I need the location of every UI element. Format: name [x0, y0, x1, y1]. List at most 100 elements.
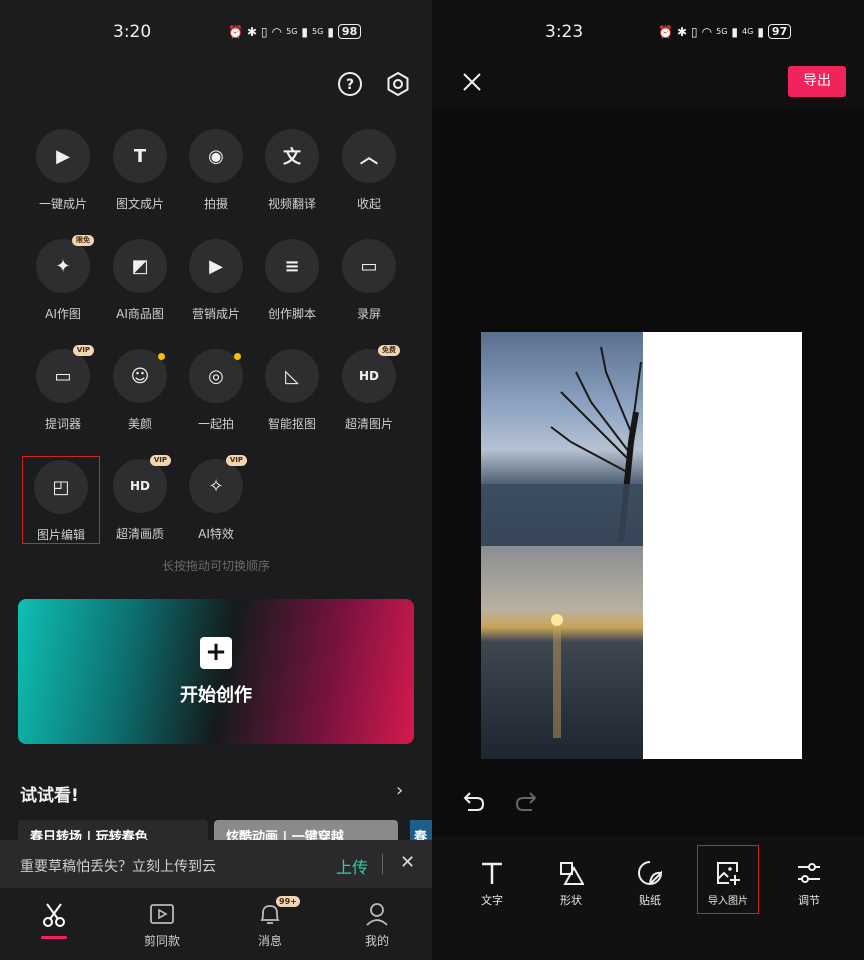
- tool-shapes[interactable]: 形状: [538, 856, 604, 908]
- tool-hd[interactable]: HD VIP 超清画质: [102, 455, 178, 542]
- gear-icon: [387, 71, 409, 97]
- alarm-icon: ⏰: [658, 24, 673, 39]
- tool-image-ai[interactable]: ◩ AI商品图: [102, 239, 178, 322]
- vibrate-icon: ▯: [691, 24, 698, 39]
- tool-duet[interactable]: ◎ 一起拍: [178, 349, 254, 432]
- tool-text[interactable]: 文字: [459, 856, 525, 908]
- tool-sticker-label: 贴纸: [639, 894, 661, 907]
- tool-button-circle[interactable]: ◩: [113, 239, 167, 293]
- upload-banner: 重要草稿怕丢失？立刻上传到云 上传 ✕: [0, 840, 432, 888]
- nav-profile[interactable]: 我的: [337, 902, 417, 949]
- wifi-icon: ◠: [271, 24, 283, 39]
- tool-button-circle[interactable]: ☺: [113, 349, 167, 403]
- tool-badge: VIP: [72, 345, 94, 356]
- close-icon: [463, 73, 481, 91]
- image-editor-screen: 3:23 ⏰ ✱ ▯ ◠ 5G ▮ 4G ▮ 97 导出 文字 形状 贴纸 导入…: [432, 0, 864, 960]
- undo-button[interactable]: [462, 790, 486, 812]
- message-count-badge: 99+: [276, 896, 300, 907]
- settings-button[interactable]: [385, 71, 411, 97]
- tool-import-image[interactable]: 导入图片: [697, 845, 759, 914]
- adjust-icon: [798, 863, 820, 883]
- tool-magic-wand[interactable]: ✧ VIP AI特效: [178, 455, 254, 542]
- tool-image-sparkle[interactable]: ✦ 限免 AI作图: [25, 235, 101, 322]
- tool-teleprompter[interactable]: ▭ VIP 提词器: [25, 345, 101, 432]
- signal-label-2: 4G: [742, 27, 754, 36]
- tool-label: 录屏: [356, 307, 381, 321]
- tool-button-circle[interactable]: ▭ VIP: [36, 345, 94, 403]
- wifi-icon: ◠: [701, 24, 713, 39]
- tool-translate[interactable]: 文视频翻译: [254, 129, 330, 212]
- tool-cutout[interactable]: ◺ 智能抠图: [254, 349, 330, 432]
- status-icons: ⏰ ✱ ▯ ◠ 5G ▮ 4G ▮ 97: [658, 24, 792, 39]
- tool-chevron-up[interactable]: ︿ 收起: [331, 129, 407, 212]
- shapes-icon: [560, 862, 584, 885]
- tool-button-circle[interactable]: T: [113, 129, 167, 183]
- tool-button-circle[interactable]: ✧ VIP: [189, 455, 247, 513]
- photo-sunset-lake[interactable]: [481, 546, 643, 759]
- tool-label: 拍摄: [203, 197, 228, 211]
- tool-button-circle[interactable]: ︿: [342, 129, 396, 183]
- start-creation-button[interactable]: + 开始创作: [18, 599, 414, 744]
- battery-indicator: 97: [767, 24, 792, 39]
- tool-hd-image[interactable]: HD 免费 超清图片: [331, 345, 407, 432]
- tool-button-circle[interactable]: HD VIP: [113, 455, 171, 513]
- tool-image-edit[interactable]: ◰ 图片编辑: [22, 456, 100, 544]
- close-editor-button[interactable]: [462, 72, 482, 92]
- user-icon: [366, 903, 388, 926]
- tool-label: 视频翻译: [267, 197, 316, 211]
- tool-label: 创作脚本: [267, 307, 316, 321]
- scissors-icon: [43, 903, 65, 927]
- tool-button-circle[interactable]: ▭: [342, 239, 396, 293]
- chevron-up-icon: ︿: [360, 147, 378, 168]
- tool-sticker[interactable]: 贴纸: [617, 856, 683, 908]
- tool-button-circle[interactable]: ◺: [265, 349, 319, 403]
- signal-label-2: 5G: [312, 27, 324, 36]
- close-icon[interactable]: ✕: [400, 852, 415, 873]
- import-image-icon: [717, 862, 740, 885]
- edit-canvas[interactable]: [481, 332, 802, 759]
- signal-icon-2: ▮: [327, 24, 334, 39]
- tool-play-lightning[interactable]: ▶ 一键成片: [25, 129, 101, 212]
- nav-templates[interactable]: 剪同款: [122, 902, 202, 949]
- tool-adjust[interactable]: 调节: [776, 856, 842, 908]
- beauty-icon: ☺: [130, 365, 150, 387]
- alarm-icon: ⏰: [228, 24, 243, 39]
- tool-camera[interactable]: ◉ 拍摄: [178, 129, 254, 212]
- bottom-nav: 剪同款 99+ 消息 我的: [0, 888, 432, 960]
- tool-shapes-label: 形状: [560, 894, 582, 907]
- tool-button-circle[interactable]: ≡: [265, 239, 319, 293]
- tool-button-circle[interactable]: ◎: [189, 349, 243, 403]
- tool-label: 营销成片: [191, 307, 240, 321]
- upload-button[interactable]: 上传: [336, 854, 368, 878]
- tool-button-circle[interactable]: ◉: [189, 129, 243, 183]
- tool-text-ai[interactable]: T 图文成片: [102, 129, 178, 212]
- redo-button[interactable]: [514, 790, 538, 812]
- nav-messages[interactable]: 99+ 消息: [230, 896, 310, 949]
- question-circle-icon: ?: [338, 72, 362, 96]
- script-icon: ≡: [284, 255, 300, 277]
- tool-marketing[interactable]: ▶ 营销成片: [178, 239, 254, 322]
- tool-label: 收起: [356, 197, 381, 211]
- tool-button-circle[interactable]: ✦ 限免: [36, 235, 94, 293]
- tool-button-circle[interactable]: ◰: [34, 460, 88, 514]
- tool-beauty[interactable]: ☺ 美颜: [102, 349, 178, 432]
- translate-icon: 文: [283, 147, 301, 168]
- tool-button-circle[interactable]: ▶: [36, 129, 90, 183]
- try-section-title: 试试看!: [20, 786, 79, 806]
- teleprompter-icon: ▭: [54, 365, 72, 387]
- template-icon: [150, 904, 174, 924]
- plus-icon: +: [200, 637, 232, 669]
- photo-tree-lake[interactable]: [481, 332, 643, 546]
- tool-button-circle[interactable]: HD 免费: [342, 345, 400, 403]
- play-lightning-icon: ▶: [56, 145, 70, 167]
- tool-script[interactable]: ≡ 创作脚本: [254, 239, 330, 322]
- marketing-icon: ▶: [209, 255, 223, 277]
- nav-edit[interactable]: [14, 902, 94, 939]
- chevron-right-icon[interactable]: ›: [396, 780, 403, 801]
- tool-button-circle[interactable]: ▶: [189, 239, 243, 293]
- tool-button-circle[interactable]: 文: [265, 129, 319, 183]
- export-button[interactable]: 导出: [788, 66, 846, 97]
- tool-record[interactable]: ▭ 录屏: [331, 239, 407, 322]
- help-button[interactable]: ?: [337, 71, 363, 97]
- start-creation-label: 开始创作: [180, 685, 252, 706]
